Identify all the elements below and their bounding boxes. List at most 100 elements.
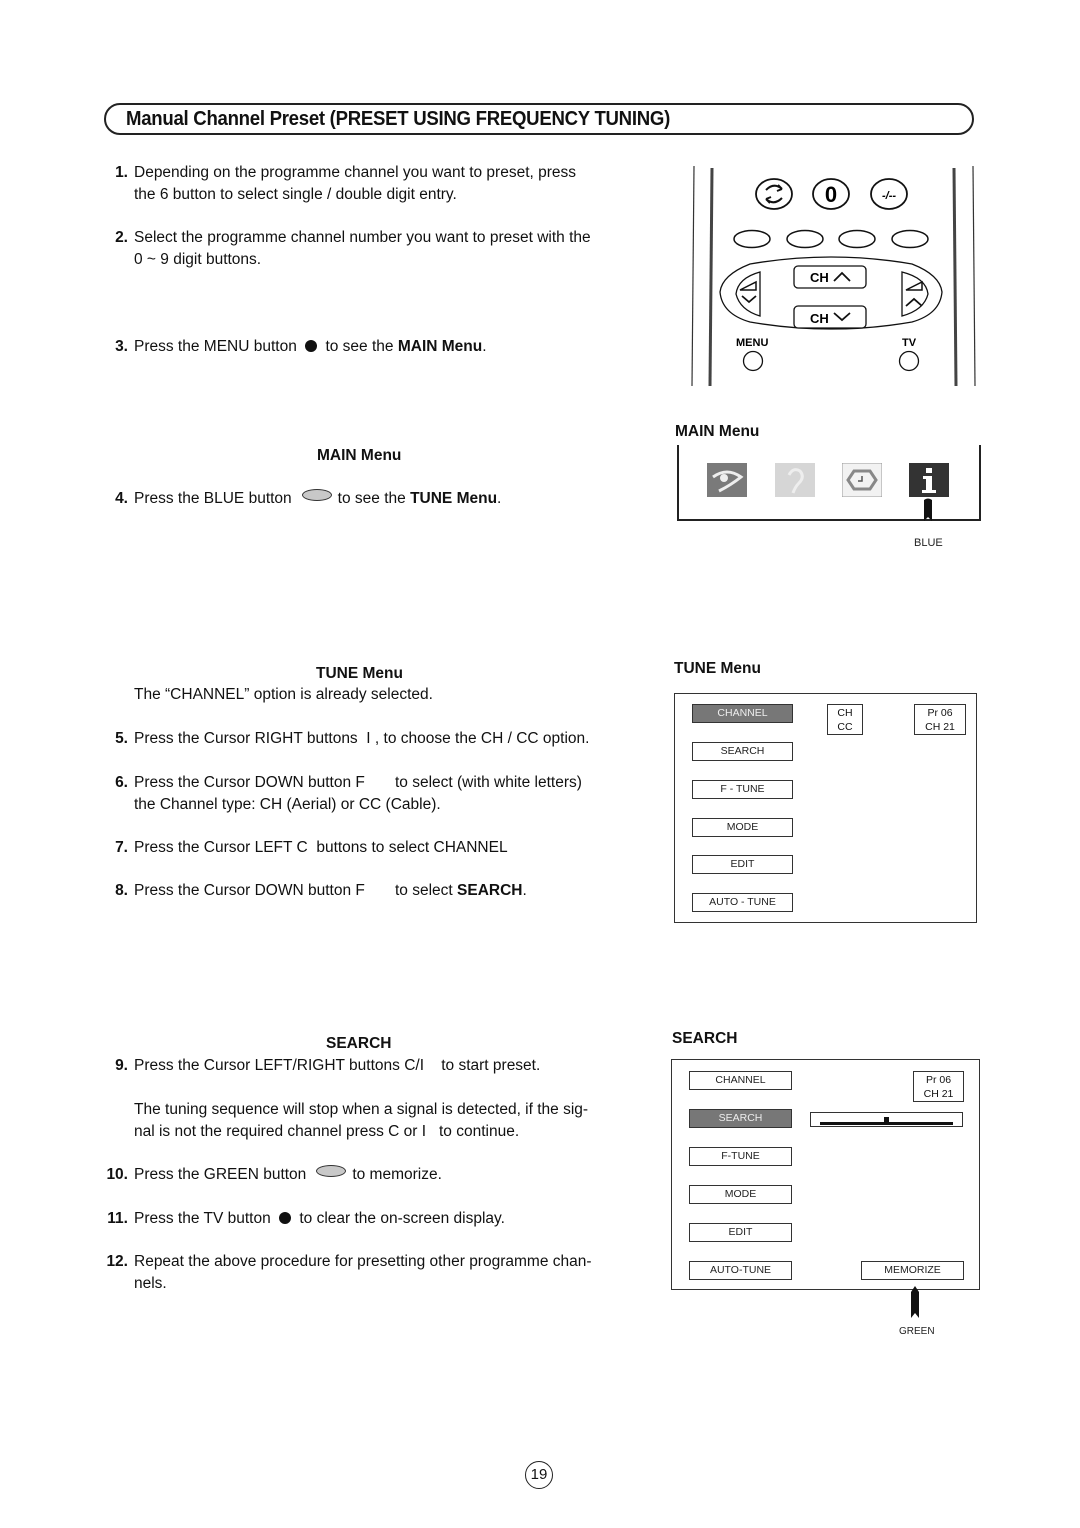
tune-menu-heading: TUNE Menu — [316, 665, 403, 682]
step-number: 1. — [115, 164, 128, 181]
step-5: 5. Press the Cursor RIGHT buttons I , to… — [100, 728, 625, 750]
tv-button-icon — [279, 1212, 292, 1224]
channel-type-ch: CH — [837, 707, 853, 719]
tune-option-search[interactable]: SEARCH — [692, 742, 793, 761]
tuning-bar-marker[interactable] — [884, 1117, 889, 1125]
channel-type-box[interactable]: CH CC — [827, 704, 863, 735]
search-panel-heading: SEARCH — [672, 1030, 738, 1047]
channel-up-button[interactable]: CH — [793, 265, 867, 289]
step-number: 2. — [115, 229, 128, 246]
step-12: 12. Repeat the above procedure for prese… — [100, 1251, 625, 1295]
main-menu-heading: MAIN Menu — [317, 447, 402, 464]
step-text: Press the Cursor DOWN button F to select… — [134, 880, 625, 902]
tv-label: TV — [902, 337, 917, 349]
step-text: Repeat the above procedure for presettin… — [134, 1253, 592, 1270]
step-text: Press the Cursor RIGHT buttons I , to ch… — [134, 730, 590, 747]
step-text: The tuning sequence will stop when a sig… — [134, 1101, 589, 1118]
step-number: 8. — [115, 882, 128, 899]
step-text-part: . — [482, 338, 487, 355]
tune-option-edit[interactable]: EDIT — [692, 855, 793, 874]
search-option-edit[interactable]: EDIT — [689, 1223, 792, 1242]
info-icon[interactable] — [909, 463, 949, 497]
step-text-part: to see the — [321, 338, 398, 355]
memorize-button[interactable]: MEMORIZE — [861, 1261, 964, 1280]
step-3: 3. Press the MENU button to see the MAIN… — [100, 336, 625, 358]
tune-option-auto-tune[interactable]: AUTO - TUNE — [692, 893, 793, 912]
step-text-bold: TUNE Menu — [410, 490, 498, 507]
green-button[interactable] — [786, 229, 824, 249]
program-info-box: Pr 06 CH 21 — [913, 1071, 964, 1102]
step-text-part: Press the TV button — [134, 1210, 271, 1227]
channel-number: CH 21 — [925, 721, 955, 733]
step-number: 6. — [115, 774, 128, 791]
search-option-auto-tune[interactable]: AUTO-TUNE — [689, 1261, 792, 1280]
menu-label: MENU — [736, 337, 768, 349]
remote-edge-left-inner — [708, 167, 714, 387]
search-heading: SEARCH — [326, 1035, 392, 1052]
tune-menu-panel-heading: TUNE Menu — [674, 660, 761, 677]
channel-type-cc: CC — [837, 721, 853, 733]
step-text-cont: nal is not the required channel press C … — [134, 1123, 520, 1140]
main-menu-panel — [677, 445, 981, 521]
step-text-part: Press the GREEN button — [134, 1166, 307, 1183]
digit-entry-button[interactable]: -/-- — [870, 178, 908, 210]
main-menu-panel-heading: MAIN Menu — [675, 423, 760, 440]
remote-edge-right-inner — [952, 167, 958, 387]
tuning-bar[interactable] — [810, 1112, 963, 1127]
tune-option-f-tune[interactable]: F - TUNE — [692, 780, 793, 799]
step-text-bold: SEARCH — [457, 882, 523, 899]
step-number: 9. — [115, 1057, 128, 1074]
step-2: 2. Select the programme channel number y… — [100, 227, 625, 271]
step-number: 10. — [106, 1166, 128, 1183]
tune-option-mode[interactable]: MODE — [692, 818, 793, 837]
step-text-part: to clear the on-screen display. — [295, 1210, 505, 1227]
zero-button-label: 0 — [825, 182, 837, 207]
step-text: Press the TV button to clear the on-scre… — [134, 1208, 625, 1230]
step-text-part: to see the — [337, 490, 411, 507]
step-text-part: to memorize. — [352, 1166, 442, 1183]
step-1: 1. Depending on the programme channel yo… — [100, 162, 625, 206]
step-text: Press the MENU button to see the MAIN Me… — [134, 336, 625, 358]
step-11: 11. Press the TV button to clear the on-… — [100, 1208, 625, 1230]
tune-menu-panel: CHANNEL SEARCH F - TUNE MODE EDIT AUTO -… — [674, 693, 977, 923]
step-text-part: Press the BLUE button — [134, 490, 292, 507]
step-text-cont: 0 ~ 9 digit buttons. — [134, 251, 262, 268]
step-text-part: . — [497, 490, 502, 507]
step-text: Press the GREEN button to memorize. — [134, 1164, 625, 1186]
step-number: 7. — [115, 839, 128, 856]
step-number: 12. — [106, 1253, 128, 1270]
step-text: Press the Cursor LEFT C buttons to selec… — [134, 839, 508, 856]
page-number: 19 — [525, 1461, 553, 1489]
yellow-button[interactable] — [838, 229, 876, 249]
red-button[interactable] — [733, 229, 771, 249]
sound-icon[interactable] — [775, 463, 815, 497]
blue-button[interactable] — [891, 229, 929, 249]
tv-button[interactable] — [898, 350, 920, 372]
search-option-search[interactable]: SEARCH — [689, 1109, 792, 1128]
tune-option-channel[interactable]: CHANNEL — [692, 704, 793, 723]
green-caption: GREEN — [899, 1326, 935, 1337]
green-button-icon — [316, 1165, 347, 1177]
step-text-cont: nels. — [134, 1275, 167, 1292]
step-text-cont: the 6 button to select single / double d… — [134, 186, 457, 203]
remote-control-illustration: 0 -/-- CH CH MENU TV — [691, 165, 976, 387]
menu-button[interactable] — [742, 350, 764, 372]
channel-down-button[interactable]: CH — [793, 305, 867, 329]
search-option-mode[interactable]: MODE — [689, 1185, 792, 1204]
step-number: 4. — [115, 490, 128, 507]
channel-up-label: CH — [810, 270, 829, 285]
step-text-cont: the Channel type: CH (Aerial) or CC (Cab… — [134, 796, 441, 813]
step-text: Press the BLUE button to see the TUNE Men… — [134, 488, 625, 510]
picture-icon[interactable] — [707, 463, 747, 497]
step-8: 8. Press the Cursor DOWN button F to sel… — [100, 880, 625, 902]
step-text: Depending on the programme channel you w… — [134, 164, 577, 181]
remote-edge-right-outer — [972, 165, 976, 387]
search-option-channel[interactable]: CHANNEL — [689, 1071, 792, 1090]
timer-icon[interactable] — [842, 463, 882, 497]
step-number: 5. — [115, 730, 128, 747]
step-number: 11. — [107, 1210, 128, 1227]
search-option-f-tune[interactable]: F-TUNE — [689, 1147, 792, 1166]
digit-entry-label: -/-- — [882, 190, 896, 202]
zero-button[interactable]: 0 — [812, 178, 850, 210]
swap-button[interactable] — [755, 178, 793, 210]
